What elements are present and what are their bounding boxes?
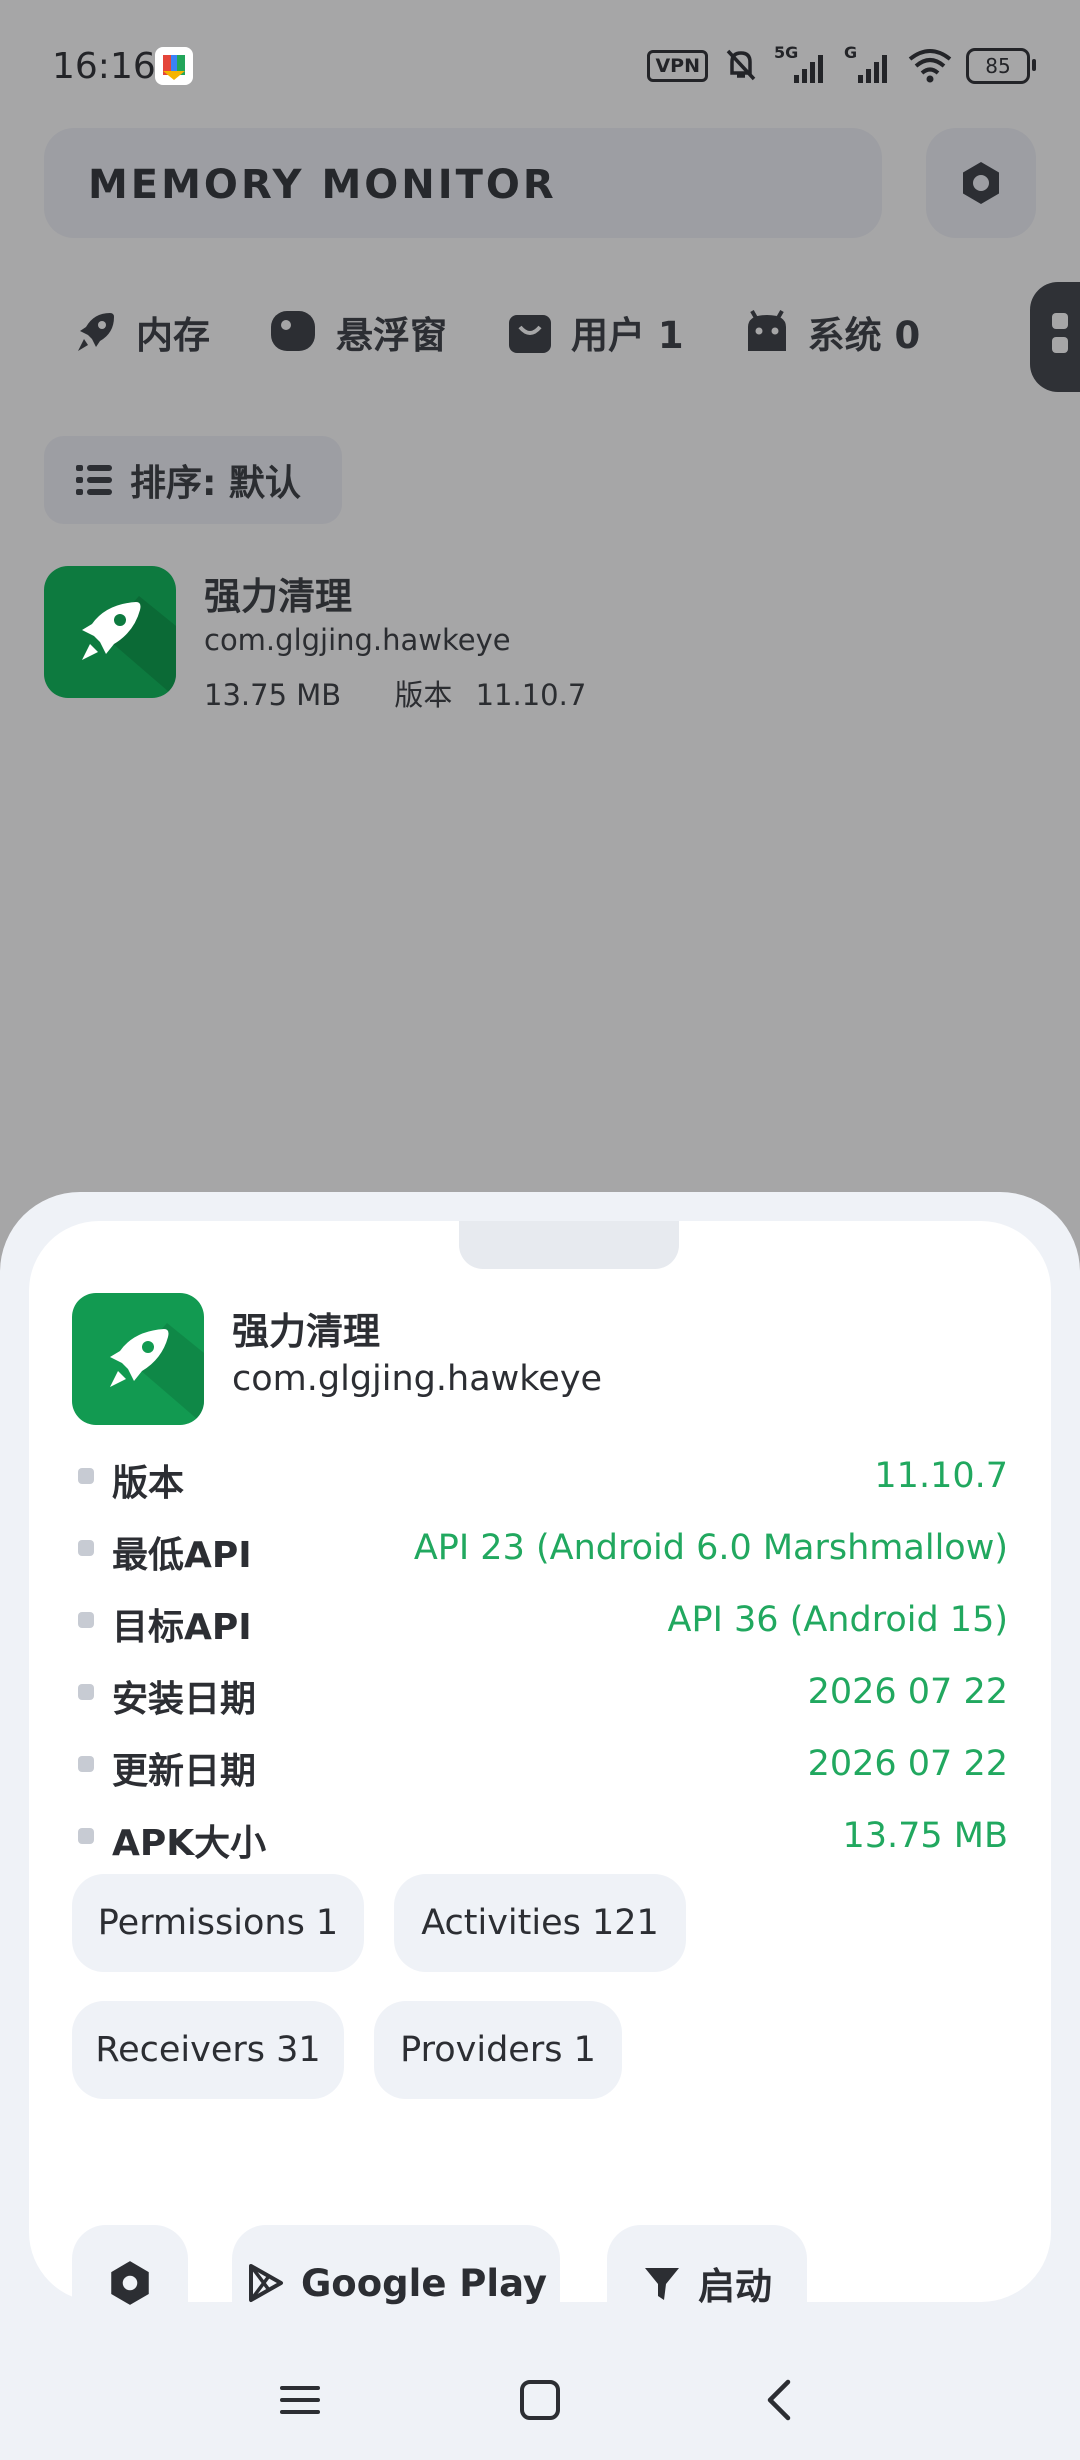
tab-system[interactable]: 系统 0 <box>742 305 921 359</box>
info-row-install-date: 安装日期 2026 07 22 <box>72 1658 1008 1730</box>
info-row-apk-size: APK大小 13.75 MB <box>72 1802 1008 1874</box>
info-label: 安装日期 <box>112 1679 257 1720</box>
info-label: APK大小 <box>112 1823 267 1864</box>
receivers-chip[interactable]: Receivers 31 <box>72 2001 344 2099</box>
tab-memory[interactable]: 内存 <box>70 305 210 359</box>
back-button[interactable] <box>750 2370 810 2430</box>
info-value: API 23 (Android 6.0 Marshmallow) <box>413 1528 1008 1568</box>
tab-bar: 内存 悬浮窗 用户 1 系统 0 <box>70 305 978 359</box>
mute-icon <box>722 45 760 87</box>
tab-user[interactable]: 用户 1 <box>505 305 684 359</box>
detail-app-name: 强力清理 <box>232 1310 380 1353</box>
info-row-min-api: 最低API API 23 (Android 6.0 Marshmallow) <box>72 1514 1008 1586</box>
info-value: 2026 07 22 <box>807 1672 1008 1712</box>
info-list: 版本 11.10.7 最低API API 23 (Android 6.0 Mar… <box>72 1442 1008 1874</box>
info-row-version: 版本 11.10.7 <box>72 1442 1008 1514</box>
bullet <box>78 1756 94 1772</box>
status-bar: 16:16 VPN 5G G 85 <box>0 0 1080 130</box>
wifi-icon <box>908 45 952 87</box>
bullet <box>78 1612 94 1628</box>
app-settings-button[interactable] <box>72 2225 188 2341</box>
sort-label: 排序: 默认 <box>130 463 301 504</box>
list-item[interactable]: 强力清理 com.glgjing.hawkeye 13.75 MB 版本 11.… <box>44 566 1044 712</box>
info-value: 2026 07 22 <box>807 1744 1008 1784</box>
tab-label: 用户 1 <box>571 314 684 357</box>
home-button[interactable] <box>510 2370 570 2430</box>
app-size: 13.75 MB <box>204 678 342 712</box>
providers-chip[interactable]: Providers 1 <box>374 2001 622 2099</box>
app-notification-icon <box>155 47 193 85</box>
info-label: 更新日期 <box>112 1751 257 1792</box>
battery-icon: 85 <box>966 48 1036 84</box>
navigation-bar <box>0 2340 1080 2460</box>
menu-icon <box>280 2386 320 2414</box>
menu-button[interactable] <box>270 2370 330 2430</box>
launch-label: 启动 <box>698 2265 772 2308</box>
page-title: MEMORY MONITOR <box>88 162 557 208</box>
google-play-label: Google Play <box>300 2261 548 2305</box>
settings-button[interactable] <box>926 128 1036 238</box>
tab-label: 悬浮窗 <box>336 314 447 357</box>
info-value: API 36 (Android 15) <box>667 1600 1008 1640</box>
bag-icon <box>509 315 551 353</box>
tab-overflow[interactable] <box>1030 282 1080 392</box>
bullet <box>78 1540 94 1556</box>
signal-5g-icon: 5G <box>774 43 830 85</box>
bullet <box>78 1828 94 1844</box>
info-value: 11.10.7 <box>874 1456 1008 1496</box>
info-label: 版本 <box>112 1463 185 1504</box>
detail-card: 强力清理 com.glgjing.hawkeye 版本 11.10.7 最低AP… <box>29 1221 1051 2341</box>
activities-chip[interactable]: Activities 121 <box>394 1874 686 1972</box>
google-play-button[interactable]: Google Play <box>232 2225 560 2341</box>
bullet <box>78 1684 94 1700</box>
vpn-icon: VPN <box>647 50 708 82</box>
app-detail-sheet: 强力清理 com.glgjing.hawkeye 版本 11.10.7 最低AP… <box>0 1192 1080 2460</box>
app-meta: 13.75 MB 版本 11.10.7 <box>204 672 586 714</box>
home-icon <box>520 2380 560 2420</box>
app-title-bar: MEMORY MONITOR <box>44 128 882 238</box>
android-icon <box>747 310 786 351</box>
detail-package: com.glgjing.hawkeye <box>232 1359 603 1399</box>
list-icon <box>76 465 112 495</box>
launch-button[interactable]: 启动 <box>607 2225 807 2341</box>
filter-icon <box>645 2268 679 2300</box>
app-version-label: 版本 <box>394 678 453 712</box>
signal-g-icon: G <box>844 43 894 85</box>
bullet <box>78 1468 94 1484</box>
info-row-target-api: 目标API API 36 (Android 15) <box>72 1586 1008 1658</box>
info-value: 13.75 MB <box>842 1816 1008 1856</box>
sheet-handle[interactable] <box>459 1221 679 1269</box>
info-label: 最低API <box>112 1535 252 1576</box>
app-icon <box>44 566 176 698</box>
tab-label: 内存 <box>136 314 210 357</box>
status-time: 16:16 <box>52 46 156 87</box>
info-row-update-date: 更新日期 2026 07 22 <box>72 1730 1008 1802</box>
app-version: 11.10.7 <box>475 678 587 712</box>
back-icon <box>767 2379 791 2421</box>
tab-floating-window[interactable]: 悬浮窗 <box>268 305 447 359</box>
hexagon-settings-icon <box>111 2261 149 2305</box>
permissions-chip[interactable]: Permissions 1 <box>72 1874 364 1972</box>
floating-window-icon <box>271 311 315 351</box>
app-name: 强力清理 <box>204 575 352 618</box>
app-icon <box>72 1293 204 1425</box>
app-package: com.glgjing.hawkeye <box>204 623 511 657</box>
tab-label: 系统 0 <box>807 314 921 357</box>
play-store-icon <box>248 2264 283 2302</box>
hexagon-settings-icon <box>963 162 999 204</box>
sort-button[interactable]: 排序: 默认 <box>44 436 342 524</box>
info-label: 目标API <box>112 1607 252 1648</box>
rocket-icon <box>78 313 114 351</box>
